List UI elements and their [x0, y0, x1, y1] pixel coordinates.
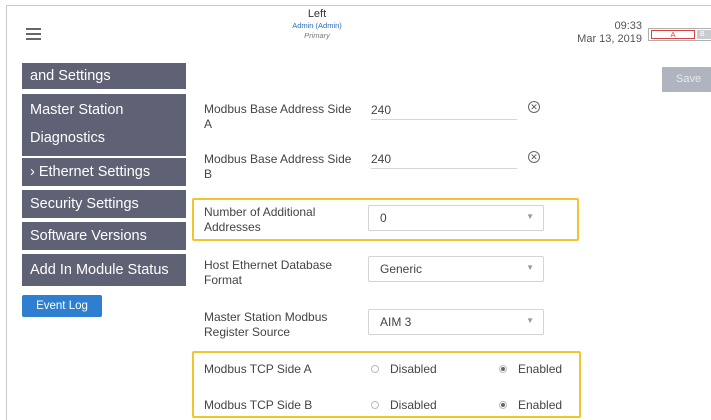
select-value: 0 [380, 211, 387, 225]
db-format-label: Host Ethernet Database Format [204, 258, 333, 287]
hamburger-icon[interactable] [26, 28, 41, 40]
save-button[interactable]: Save [662, 67, 711, 92]
side-toggle-a[interactable]: A [651, 30, 695, 39]
sidebar-item-settings[interactable]: and Settings [22, 63, 186, 89]
sidebar-item-ethernet-settings[interactable]: › Ethernet Settings [22, 158, 186, 186]
tcp-b-label: Modbus TCP Side B [204, 398, 313, 412]
base-address-a-input[interactable]: 240 [371, 103, 517, 120]
register-source-label: Master Station Modbus Register Source [204, 310, 328, 339]
radio-off-icon [371, 401, 379, 409]
clock-time: 09:33 [614, 20, 642, 32]
clock-date: Mar 13, 2019 [577, 33, 642, 45]
clear-icon[interactable]: ✕ [528, 101, 540, 113]
sidebar-item-label: Diagnostics [30, 130, 105, 146]
event-log-button[interactable]: Event Log [22, 295, 102, 317]
page-title: Left [307, 8, 327, 20]
sidebar-item-software-versions[interactable]: Software Versions [22, 222, 186, 250]
user-role: Primary [304, 31, 330, 40]
radio-label: Disabled [390, 398, 437, 412]
radio-on-icon [499, 365, 507, 373]
additional-addresses-label: Number of Additional Addresses [204, 205, 316, 234]
chevron-down-icon: ▼ [526, 212, 534, 221]
chevron-down-icon: ▼ [526, 316, 534, 325]
radio-off-icon [371, 365, 379, 373]
sidebar-item-add-in-module-status[interactable]: Add In Module Status [22, 254, 186, 286]
clear-icon[interactable]: ✕ [528, 151, 540, 163]
radio-on-icon [499, 401, 507, 409]
base-address-a-label: Modbus Base Address Side A [204, 102, 352, 131]
tcp-b-enabled-radio[interactable]: Enabled [499, 398, 579, 413]
select-value: AIM 3 [380, 315, 412, 329]
tcp-a-enabled-radio[interactable]: Enabled [499, 362, 579, 377]
sidebar-item-security-settings[interactable]: Security Settings [22, 190, 186, 218]
register-source-select[interactable]: AIM 3 ▼ [368, 309, 544, 335]
clock: 09:33 Mar 13, 2019 [560, 20, 642, 46]
radio-label: Enabled [518, 362, 563, 376]
base-address-b-label: Modbus Base Address Side B [204, 152, 352, 181]
side-toggle[interactable]: A B [648, 28, 711, 41]
sidebar-item-label: Master Station [30, 102, 124, 118]
base-address-b-input[interactable]: 240 [371, 152, 517, 169]
side-toggle-b[interactable]: B [697, 30, 711, 39]
radio-label: Disabled [390, 362, 437, 376]
tcp-a-disabled-radio[interactable]: Disabled [371, 362, 451, 377]
additional-addresses-select[interactable]: 0 ▼ [368, 205, 544, 231]
select-value: Generic [380, 262, 423, 276]
tcp-b-disabled-radio[interactable]: Disabled [371, 398, 451, 413]
header-center: Left Admin (Admin) Primary [258, 8, 376, 40]
chevron-down-icon: ▼ [526, 263, 534, 272]
sidebar-item-master-station-diagnostics[interactable]: Master Station Diagnostics [22, 94, 186, 156]
user-name: Admin (Admin) [292, 21, 342, 30]
db-format-select[interactable]: Generic ▼ [368, 256, 544, 282]
tcp-a-label: Modbus TCP Side A [204, 362, 312, 376]
radio-label: Enabled [518, 398, 563, 412]
